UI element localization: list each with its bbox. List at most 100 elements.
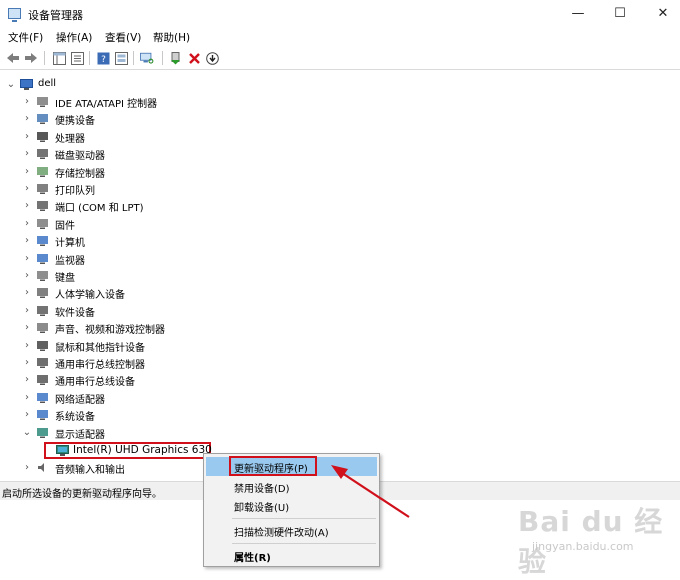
device-category-icon — [36, 339, 49, 352]
tree-category[interactable]: › 通用串行总线控制器 — [0, 354, 680, 371]
device-category-icon — [36, 426, 49, 439]
chevron-right-icon[interactable]: › — [22, 110, 32, 127]
device-category-icon — [36, 356, 49, 369]
chevron-right-icon[interactable]: › — [22, 371, 32, 388]
root-label: dell — [38, 78, 57, 89]
computer-root-icon — [20, 78, 33, 91]
minimize-button[interactable]: — — [555, 0, 601, 28]
menu-view[interactable]: 查看(V) — [105, 30, 141, 45]
tree-category[interactable]: › 固件 — [0, 215, 680, 232]
watermark-sub: jingyan.baidu.com — [532, 540, 634, 553]
properties-panel-icon[interactable] — [52, 51, 66, 65]
chevron-down-icon[interactable]: ⌄ — [6, 76, 16, 93]
chevron-right-icon[interactable]: › — [22, 128, 32, 145]
forward-icon[interactable] — [24, 51, 38, 65]
menu-action[interactable]: 操作(A) — [56, 30, 92, 45]
tree-label: 监视器 — [55, 255, 85, 267]
scan-hardware-icon[interactable] — [140, 51, 154, 65]
tree-label: 人体学输入设备 — [55, 290, 125, 302]
device-category-icon — [36, 391, 49, 404]
chevron-right-icon[interactable]: › — [22, 302, 32, 319]
tree-category[interactable]: › 键盘 — [0, 267, 680, 284]
tree-label: 计算机 — [55, 238, 85, 250]
device-category-icon — [36, 199, 49, 212]
chevron-right-icon[interactable]: › — [22, 337, 32, 354]
chevron-right-icon[interactable]: › — [22, 250, 32, 267]
tree-category[interactable]: › 监视器 — [0, 250, 680, 267]
tree-label: 软件设备 — [55, 307, 95, 319]
device-category-icon — [36, 373, 49, 386]
menu-item-properties[interactable]: 属性(R) — [206, 546, 377, 565]
chevron-right-icon[interactable]: › — [22, 459, 32, 476]
list-view-icon[interactable] — [70, 51, 84, 65]
help-icon[interactable]: ? — [96, 51, 110, 65]
tree-label: 通用串行总线控制器 — [55, 360, 145, 371]
tree-category[interactable]: › 鼠标和其他指针设备 — [0, 337, 680, 354]
chevron-right-icon[interactable]: › — [22, 232, 32, 249]
tree-category[interactable]: › 打印队列 — [0, 180, 680, 197]
chevron-right-icon[interactable]: › — [22, 163, 32, 180]
tree-label: 存储控制器 — [55, 168, 105, 180]
tree-category[interactable]: › 人体学输入设备 — [0, 284, 680, 301]
tree-category[interactable]: › 软件设备 — [0, 302, 680, 319]
chevron-right-icon[interactable]: › — [22, 197, 32, 214]
menu-item-label: 卸载设备(U) — [234, 503, 290, 514]
device-category-icon — [36, 95, 49, 108]
device-category-icon — [36, 217, 49, 230]
tree-root[interactable]: ⌄ dell — [0, 76, 680, 93]
tree-label: 网络适配器 — [55, 394, 105, 406]
chevron-right-icon[interactable]: › — [22, 145, 32, 162]
chevron-right-icon[interactable]: › — [22, 406, 32, 423]
device-category-icon — [36, 408, 49, 421]
menu-help[interactable]: 帮助(H) — [153, 30, 190, 45]
device-category-icon — [36, 147, 49, 160]
tree-category[interactable]: › 网络适配器 — [0, 389, 680, 406]
tree-category[interactable]: › 处理器 — [0, 128, 680, 145]
chevron-right-icon[interactable]: › — [22, 215, 32, 232]
chevron-right-icon[interactable]: › — [22, 267, 32, 284]
chevron-right-icon[interactable]: › — [22, 93, 32, 110]
tree-category[interactable]: › IDE ATA/ATAPI 控制器 — [0, 93, 680, 110]
tree-category[interactable]: › 声音、视频和游戏控制器 — [0, 319, 680, 336]
toolbar-separator — [162, 51, 163, 65]
tree-category[interactable]: › 系统设备 — [0, 406, 680, 423]
tree-category[interactable]: › 计算机 — [0, 232, 680, 249]
chevron-right-icon[interactable]: › — [22, 180, 32, 197]
tree-category[interactable]: › 便携设备 — [0, 110, 680, 127]
tree-category[interactable]: ⌄ 显示适配器 — [0, 424, 680, 441]
tree-category[interactable]: › 端口 (COM 和 LPT) — [0, 197, 680, 214]
menu-separator — [232, 543, 376, 544]
download-icon[interactable] — [205, 51, 219, 65]
title-bar[interactable]: 设备管理器 — ☐ ✕ — [0, 0, 680, 28]
chevron-right-icon[interactable]: › — [22, 319, 32, 336]
back-icon[interactable] — [6, 51, 20, 65]
annotation-arrow — [331, 465, 410, 518]
tree-label: 键盘 — [55, 273, 75, 284]
tree-label: IDE ATA/ATAPI 控制器 — [55, 99, 158, 110]
chevron-down-icon[interactable]: ⌄ — [22, 424, 32, 441]
menu-file[interactable]: 文件(F) — [8, 30, 43, 45]
device-label-intel-uhd: Intel(R) UHD Graphics 630 — [73, 444, 212, 456]
maximize-button[interactable]: ☐ — [597, 0, 643, 28]
chevron-right-icon[interactable]: › — [22, 284, 32, 301]
tree-label: 系统设备 — [55, 412, 95, 424]
tree-label: 处理器 — [55, 133, 85, 145]
device-category-icon — [36, 182, 49, 195]
tree-category[interactable]: › 存储控制器 — [0, 163, 680, 180]
tree-label: 打印队列 — [55, 186, 95, 197]
window-title: 设备管理器 — [28, 9, 83, 22]
close-button[interactable]: ✕ — [640, 0, 680, 28]
svg-text:?: ? — [101, 55, 106, 65]
uninstall-icon[interactable] — [187, 51, 201, 65]
tree-category[interactable]: › 磁盘驱动器 — [0, 145, 680, 162]
tree-label: 便携设备 — [55, 116, 95, 128]
update-driver-icon[interactable] — [168, 51, 182, 65]
tree-category[interactable]: › 通用串行总线设备 — [0, 371, 680, 388]
menu-bar: 文件(F) 操作(A) 查看(V) 帮助(H) — [0, 28, 680, 46]
chevron-right-icon[interactable]: › — [22, 354, 32, 371]
device-category-icon — [36, 130, 49, 143]
toolbar-separator — [133, 51, 134, 65]
show-hidden-icon[interactable] — [114, 51, 128, 65]
tree-label: 声音、视频和游戏控制器 — [55, 325, 165, 337]
chevron-right-icon[interactable]: › — [22, 389, 32, 406]
